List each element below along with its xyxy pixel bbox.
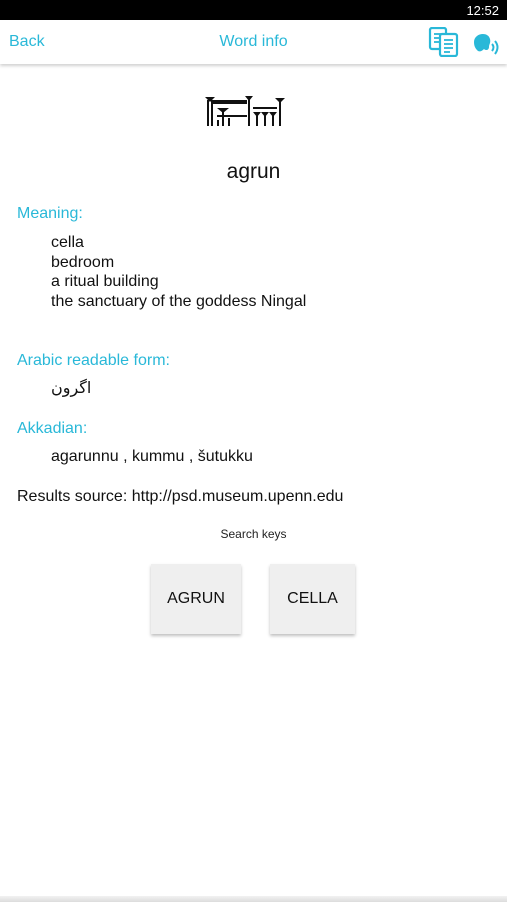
- meaning-item: bedroom: [51, 253, 115, 271]
- word-transliteration: agrun: [226, 160, 281, 183]
- results-source-label: Results source:: [17, 488, 128, 505]
- akkadian-value: agarunnu , kummu , šutukku: [51, 448, 253, 465]
- meaning-item: the sanctuary of the goddess Ningal: [51, 292, 307, 310]
- speak-icon[interactable]: [470, 28, 502, 58]
- results-source: Results source: http://psd.museum.upenn.…: [17, 488, 343, 506]
- meaning-item: cella: [51, 234, 84, 251]
- search-keys-label: Search keys: [220, 527, 287, 541]
- meaning-item: a ritual building: [51, 273, 159, 291]
- akkadian-label: Akkadian:: [17, 420, 88, 437]
- search-key-cella-button[interactable]: CELLA: [270, 564, 355, 634]
- meaning-list: cella bedroom a ritual building the sanc…: [51, 233, 306, 311]
- search-key-agrun-button[interactable]: AGRUN: [151, 564, 241, 634]
- cuneiform-sign-image: [205, 96, 287, 128]
- app-toolbar: Back Word info: [0, 20, 507, 64]
- results-source-url[interactable]: http://psd.museum.upenn.edu: [132, 488, 344, 505]
- meaning-label: Meaning:: [17, 205, 83, 222]
- status-bar: 12:52: [0, 0, 507, 20]
- arabic-form-label: Arabic readable form:: [17, 352, 170, 369]
- copy-icon[interactable]: [428, 26, 460, 58]
- status-clock: 12:52: [466, 3, 499, 18]
- bottom-edge: [0, 896, 507, 902]
- arabic-form-value: اگرون: [51, 380, 92, 397]
